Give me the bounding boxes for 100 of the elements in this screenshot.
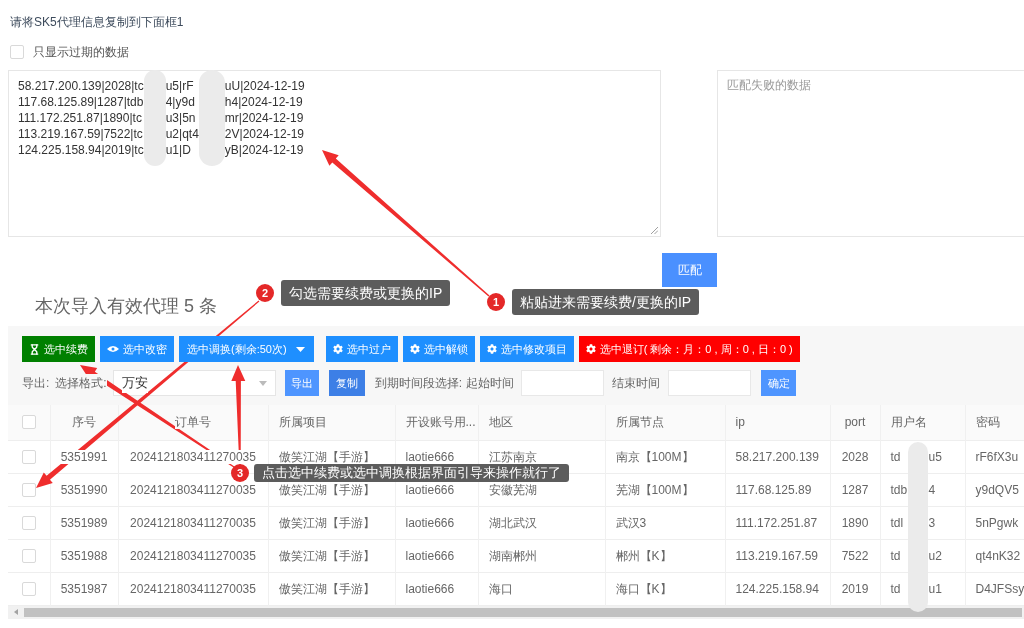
table-cell: D4JFSsy [975, 581, 1024, 596]
table-cell: y9dQV5 [975, 482, 1019, 497]
username-text: tdb [890, 482, 909, 497]
gear-icon [409, 344, 420, 354]
table-cell: 1890 [841, 515, 869, 530]
table-cell: 113.219.167.59 [735, 548, 819, 563]
table-cell: laotie666 [405, 515, 455, 530]
table-cell: 7522 [841, 548, 869, 563]
step-badge: 2 [256, 284, 274, 302]
instruction-text: 请将SK5代理信息复制到下面框1 [10, 14, 184, 30]
annotation-callout: 点击选中续费或选中调换根据界面引导来操作就行了 [254, 464, 569, 482]
table-cell: 5351988 [60, 548, 108, 563]
summary-heading: 本次导入有效代理 5 条 [35, 295, 217, 317]
end-time-label: 结束时间 [612, 374, 661, 392]
gear-icon [585, 344, 596, 354]
toolbar-button[interactable]: 选中调换(剩余:50次) [179, 336, 314, 362]
eye-icon [107, 346, 119, 352]
table-cell: 5351991 [60, 449, 108, 464]
column-header: 所属项目 [278, 415, 327, 430]
copy-button[interactable]: 复制 [328, 370, 365, 396]
table-cell: laotie666 [405, 482, 455, 497]
table-cell: 安徽芜湖 [488, 482, 537, 497]
toolbar-button[interactable]: 选中解锁 [402, 336, 475, 362]
table-cell: 江苏南京 [488, 449, 537, 464]
proxy-input-field[interactable] [8, 70, 661, 237]
toolbar-button[interactable]: 选中修改项目 [479, 336, 574, 362]
proxy-line-text: h4|2024-12-19 [224, 94, 304, 110]
username-text: 4 [928, 482, 936, 497]
proxy-line-text: 111.172.251.87|1890|tc [18, 110, 143, 126]
format-select[interactable]: 万安 [112, 370, 276, 396]
export-label: 导出: [22, 374, 50, 392]
resize-handle-icon[interactable] [651, 227, 658, 234]
column-header: 用户名 [890, 415, 927, 430]
start-time-label: 起始时间 [466, 374, 515, 392]
proxy-line-text: 4|y9d [165, 94, 196, 110]
proxy-line-text: mr|2024-12-19 [224, 110, 305, 126]
table-cell: qt4nK32 [975, 548, 1021, 563]
row-checkbox[interactable] [21, 581, 36, 596]
gear-icon [486, 344, 497, 354]
toolbar-button[interactable]: 选中续费 [22, 336, 95, 362]
expired-only-checkbox[interactable] [10, 45, 24, 59]
column-header: 开设账号用... [405, 415, 476, 430]
table-cell: 111.172.251.87 [735, 515, 818, 530]
proxy-line-text: 2V|2024-12-19 [224, 126, 305, 142]
failed-data-field[interactable]: 匹配失败的数据 [717, 70, 1024, 237]
table-cell: 5351990 [60, 482, 108, 497]
proxy-line-text: u5|rF [165, 78, 195, 94]
proxy-line-text: uU|2024-12-19 [224, 78, 305, 94]
confirm-button[interactable]: 确定 [761, 370, 797, 396]
column-header: port [844, 415, 866, 430]
table-cell: 5351989 [60, 515, 108, 530]
table-cell: 海口 [488, 581, 513, 596]
proxy-line-text: 58.217.200.139|2028|tc [18, 78, 144, 94]
table-cell: rF6fX3u [975, 449, 1019, 464]
gear-icon [332, 344, 343, 354]
column-header: 地区 [488, 415, 513, 430]
column-header: 订单号 [175, 415, 211, 430]
proxy-line-text: 117.68.125.89|1287|tdb [18, 94, 144, 110]
table-cell: 2024121803411270035 [130, 515, 256, 530]
export-button[interactable]: 导出 [284, 370, 319, 396]
select-all-checkbox[interactable] [21, 415, 36, 430]
proxy-line-text: yB|2024-12-19 [224, 142, 305, 158]
caret-icon [258, 380, 267, 386]
username-text: u1 [928, 581, 942, 596]
step-badge: 1 [487, 293, 505, 311]
proxy-line-text: u2|qt4 [165, 126, 199, 142]
username-text: 3 [928, 515, 936, 530]
row-checkbox[interactable] [21, 548, 36, 563]
toolbar-button[interactable]: 选中过户 [325, 336, 398, 362]
annotation-callout: 粘贴进来需要续费/更换的IP [512, 289, 700, 315]
username-text: u2 [928, 548, 942, 563]
table-cell: 2024121803411270035 [130, 449, 256, 464]
row-checkbox[interactable] [21, 515, 36, 530]
toolbar-button[interactable]: 选中改密 [100, 336, 174, 362]
table-cell: laotie666 [405, 548, 455, 563]
proxy-line-text: u3|5n [165, 110, 197, 126]
table-cell: 2024121803411270035 [130, 548, 256, 563]
date-range-label: 到期时间段选择: [374, 374, 463, 392]
table-cell: 5nPgwk [975, 515, 1019, 530]
hourglass-icon [29, 343, 40, 355]
column-header: 所属节点 [615, 415, 664, 430]
username-text: u5 [928, 449, 942, 464]
proxy-line-text: 113.219.167.59|7522|tc [18, 126, 144, 142]
match-button[interactable]: 匹配 [662, 253, 717, 287]
table-cell: 124.225.158.94 [735, 581, 819, 596]
table-cell: laotie666 [405, 449, 455, 464]
column-header: 密码 [975, 415, 1000, 430]
table-cell: 2028 [841, 449, 869, 464]
table-cell: 2019 [841, 581, 869, 596]
table-cell: 5351987 [60, 581, 108, 596]
table-cell: 1287 [841, 482, 869, 497]
row-checkbox[interactable] [21, 482, 36, 497]
column-header: 序号 [72, 415, 96, 430]
table-cell: laotie666 [405, 581, 455, 596]
scroll-left-icon[interactable] [14, 609, 18, 615]
row-checkbox[interactable] [21, 449, 36, 464]
scrollbar-thumb[interactable] [24, 607, 1022, 617]
toolbar-button[interactable]: 选中退订( 剩余：月：0 , 周：0 , 日：0 ) [578, 336, 800, 362]
column-header: ip [735, 415, 745, 430]
checkbox-label: 只显示过期的数据 [33, 44, 129, 60]
